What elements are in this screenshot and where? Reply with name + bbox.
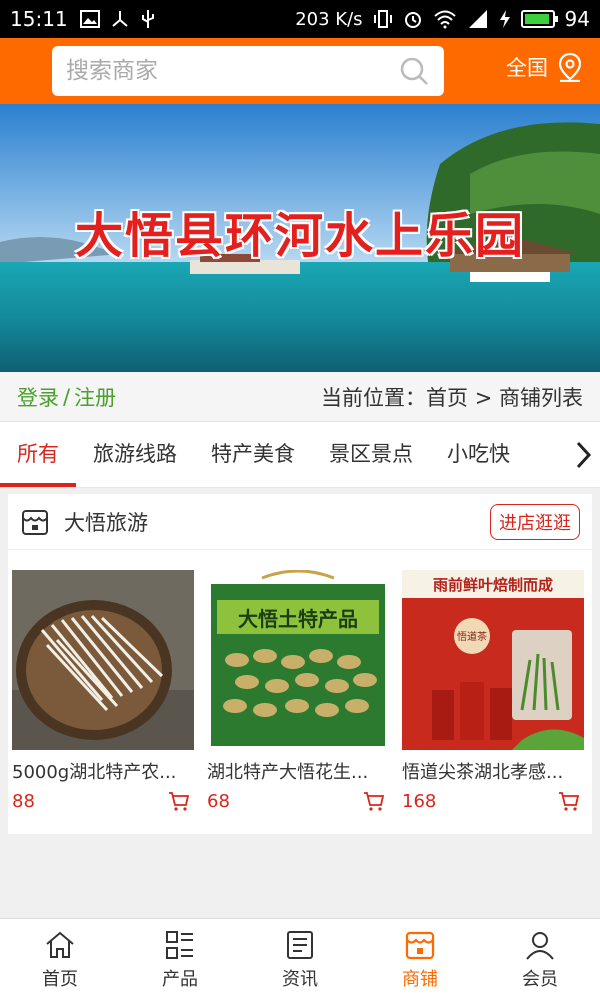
signal-4g-icon [468,10,487,28]
shop-icon [405,931,435,959]
chevron-right-icon [576,441,592,469]
product-price: 68 [207,790,230,812]
network-speed: 203 K/s [295,8,363,30]
search-icon[interactable] [398,55,430,87]
shop-card: 大悟旅游 进店逛逛 5000g湖北特产农... 88 大悟土特产品 湖北特产大悟… [8,494,592,834]
location-pin-icon [558,52,582,82]
product-item[interactable]: 雨前鲜叶焙制而成 悟道茶 悟道尖茶湖北孝感... 168 [402,570,584,812]
nav-shops-label: 商铺 [402,968,438,990]
store-icon [22,509,48,535]
nav-products-label: 产品 [162,968,198,990]
product-name[interactable]: 悟道尖茶湖北孝感... [402,758,584,784]
product-image[interactable]: 雨前鲜叶焙制而成 悟道茶 [402,570,584,750]
shop-name: 大悟旅游 [64,510,148,535]
login-separator: / [63,384,71,409]
nav-home-label: 首页 [42,968,78,990]
region-selector[interactable]: 全国 [506,52,584,82]
product-item[interactable]: 5000g湖北特产农... 88 [12,570,194,812]
tabs-scroll-right[interactable] [566,422,600,487]
product-list: 5000g湖北特产农... 88 大悟土特产品 湖北特产大悟花生... 68 雨… [8,550,592,812]
product-price: 168 [402,790,437,812]
nav-products[interactable]: 产品 [120,919,240,1000]
nav-shops[interactable]: 商铺 [360,919,480,1000]
cart-icon[interactable] [558,790,580,812]
peanut-box-image: 大悟土特产品 [207,570,389,750]
shop-header: 大悟旅游 进店逛逛 [8,494,592,550]
product-price: 88 [12,790,35,812]
cart-icon[interactable] [168,790,190,812]
product-name[interactable]: 湖北特产大悟花生... [207,758,389,784]
image-icon [79,10,100,28]
product-image[interactable] [12,570,194,750]
usb-tree-icon [111,11,128,27]
status-bar: 15:11 203 K/s 94 [0,0,600,38]
bottom-nav: 首页 产品 资讯 商铺 会员 [0,918,600,1000]
tab-all[interactable]: 所有 [0,422,76,487]
search-header: 全国 [0,38,600,104]
tab-scenic-spots[interactable]: 景区景点 [312,422,430,487]
charging-icon [499,10,510,28]
battery-percent: 94 [564,7,590,31]
tea-set-image: 雨前鲜叶焙制而成 悟道茶 [402,570,584,750]
nav-news-label: 资讯 [282,968,318,990]
search-box[interactable] [52,46,444,96]
list-icon [166,930,193,959]
status-time: 15:11 [10,7,68,31]
product-image[interactable]: 大悟土特产品 [207,570,389,750]
wifi-icon [433,10,456,29]
nav-news[interactable]: 资讯 [240,919,360,1000]
banner[interactable]: 大悟县环河水上乐园 [0,104,600,372]
home-icon [46,931,74,958]
cart-icon[interactable] [363,790,385,812]
login-link[interactable]: 登录 [17,382,59,412]
battery-icon [520,10,558,28]
alarm-icon [404,12,421,28]
product-name[interactable]: 5000g湖北特产农... [12,758,194,784]
search-input[interactable] [66,58,398,84]
nav-home[interactable]: 首页 [0,919,120,1000]
tea-slogan: 雨前鲜叶焙制而成 [433,576,553,594]
category-tabs: 所有 旅游线路 特产美食 景区景点 小吃快 [0,422,600,488]
visit-store-button[interactable]: 进店逛逛 [490,503,580,540]
box-label: 大悟土特产品 [238,607,358,631]
register-link[interactable]: 注册 [74,382,116,412]
location-row: 登录 / 注册 当前位置：首页 > 商铺列表 [0,372,600,422]
banner-title: 大悟县环河水上乐园 [74,208,525,264]
breadcrumb: 当前位置：首页 > 商铺列表 [321,385,583,410]
vibrate-icon [373,10,392,28]
tea-brand-tag: 悟道茶 [457,630,487,643]
tab-travel-routes[interactable]: 旅游线路 [76,422,194,487]
noodle-basket-image [12,570,194,750]
nav-member[interactable]: 会员 [480,919,600,1000]
region-label: 全国 [506,56,548,80]
news-icon [287,930,313,959]
nav-member-label: 会员 [522,968,558,990]
tab-snacks[interactable]: 小吃快 [430,422,527,487]
user-icon [526,931,554,960]
tab-local-food[interactable]: 特产美食 [194,422,312,487]
usb-icon [141,10,154,28]
product-item[interactable]: 大悟土特产品 湖北特产大悟花生... 68 [207,570,389,812]
